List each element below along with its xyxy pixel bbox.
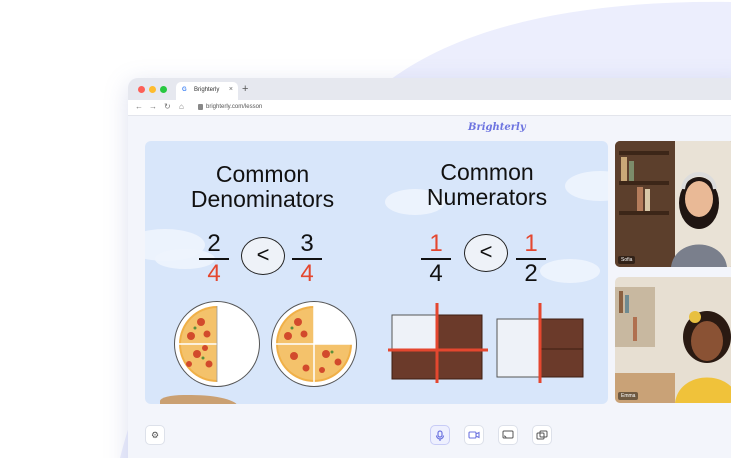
participant-photo	[615, 141, 731, 267]
participant-name: Sofia	[618, 256, 636, 264]
participant-video-emma[interactable]: Emma	[615, 277, 731, 403]
address-bar: ← → ↻ ⌂ brighterly.com/lesson	[128, 100, 731, 116]
numerator: 3	[300, 230, 314, 257]
numerator: 2	[207, 230, 221, 257]
pizza-three-fourths	[271, 301, 357, 387]
close-window-dot[interactable]	[138, 86, 145, 93]
chocolate-bar-one-half	[496, 303, 584, 383]
heading-line: Denominators	[190, 186, 335, 212]
heading-common-numerators: Common Numerators	[402, 160, 572, 210]
favicon-icon: G	[182, 87, 187, 93]
reload-icon[interactable]: ↻	[164, 102, 171, 111]
denominator: 4	[207, 260, 221, 287]
minimize-window-dot[interactable]	[149, 86, 156, 93]
fraction-one-half: 1 2	[516, 231, 546, 287]
microphone-icon	[435, 430, 445, 441]
tab-bar: G Brighterly × +	[128, 78, 731, 100]
participant-name: Emma	[618, 392, 639, 400]
brighterly-logo: Brighterly	[468, 122, 526, 133]
participant-video-sofia[interactable]: Sofia	[615, 141, 731, 267]
fraction-two-fourths: 2 4	[199, 231, 229, 287]
heading-line: Common	[215, 161, 310, 187]
screen-share-button[interactable]	[498, 425, 518, 445]
pizza-illustration	[179, 306, 218, 382]
denominator: 4	[429, 260, 443, 287]
heading-common-denominators: Common Denominators	[165, 162, 360, 212]
heading-line: Numerators	[426, 184, 548, 210]
fraction-one-fourth: 1 4	[421, 231, 451, 287]
pizza-illustration	[276, 306, 352, 382]
pizza-two-fourths	[174, 301, 260, 387]
tab-close-icon[interactable]: ×	[229, 86, 233, 93]
picture-in-picture-button[interactable]	[532, 425, 552, 445]
cloud-decoration	[540, 259, 600, 283]
screen-share-icon	[502, 430, 514, 439]
home-icon[interactable]: ⌂	[179, 102, 184, 111]
back-icon[interactable]: ←	[135, 102, 143, 111]
microphone-button[interactable]	[430, 425, 450, 445]
new-tab-button[interactable]: +	[242, 83, 248, 95]
forward-icon[interactable]: →	[149, 102, 157, 111]
numerator: 1	[429, 230, 443, 257]
tab-title: Brighterly	[194, 87, 220, 93]
pip-icon	[536, 430, 548, 440]
browser-window: G Brighterly × + ← → ↻ ⌂ brighterly.com/…	[128, 78, 731, 458]
participant-photo	[615, 277, 731, 403]
numerator: 1	[524, 230, 538, 257]
heading-line: Common	[440, 159, 534, 185]
camera-button[interactable]	[464, 425, 484, 445]
settings-button[interactable]: ⚙	[145, 425, 165, 445]
comparison-less-than: <	[464, 234, 508, 272]
maximize-window-dot[interactable]	[160, 86, 167, 93]
denominator: 4	[300, 260, 314, 287]
comparison-less-than: <	[241, 237, 285, 275]
camera-icon	[468, 431, 480, 439]
url-field[interactable]: brighterly.com/lesson	[206, 104, 262, 110]
chocolate-bar-one-fourth	[388, 303, 488, 383]
lock-icon	[198, 104, 203, 110]
denominator: 2	[524, 260, 538, 287]
gear-icon: ⚙	[150, 430, 160, 440]
lesson-board: Common Denominators Common Numerators 2 …	[145, 141, 608, 404]
browser-tab[interactable]: G Brighterly ×	[176, 82, 238, 100]
paper-plate-decoration	[160, 395, 238, 404]
fraction-three-fourths: 3 4	[292, 231, 322, 287]
